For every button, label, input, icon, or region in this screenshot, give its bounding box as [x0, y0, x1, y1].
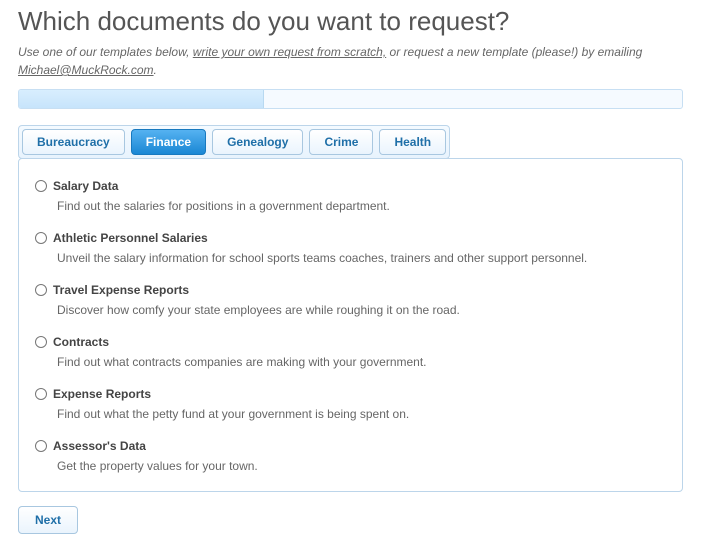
option-title: Travel Expense Reports — [53, 283, 189, 297]
intro-part2: or request a new template (please!) by e… — [386, 45, 642, 59]
option-travel-expense-reports-label[interactable]: Travel Expense Reports — [35, 283, 668, 297]
option-contracts: Contracts Find out what contracts compan… — [31, 329, 670, 381]
option-contracts-label[interactable]: Contracts — [35, 335, 668, 349]
option-assessors-data: Assessor's Data Get the property values … — [31, 433, 670, 485]
option-salary-data-label[interactable]: Salary Data — [35, 179, 668, 193]
contact-email-link[interactable]: Michael@MuckRock.com — [18, 63, 154, 77]
intro-part3: . — [154, 63, 157, 77]
tab-crime[interactable]: Crime — [309, 129, 373, 155]
radio-icon[interactable] — [35, 388, 47, 400]
option-athletic-personnel-salaries: Athletic Personnel Salaries Unveil the s… — [31, 225, 670, 277]
option-salary-data: Salary Data Find out the salaries for po… — [31, 173, 670, 225]
option-expense-reports: Expense Reports Find out what the petty … — [31, 381, 670, 433]
radio-icon[interactable] — [35, 336, 47, 348]
option-desc: Find out the salaries for positions in a… — [57, 197, 668, 215]
tab-bureaucracy[interactable]: Bureaucracy — [22, 129, 125, 155]
write-own-link[interactable]: write your own request from scratch, — [193, 45, 386, 59]
option-desc: Find out what the petty fund at your gov… — [57, 405, 668, 423]
option-travel-expense-reports: Travel Expense Reports Discover how comf… — [31, 277, 670, 329]
tab-finance[interactable]: Finance — [131, 129, 206, 155]
option-athletic-personnel-salaries-label[interactable]: Athletic Personnel Salaries — [35, 231, 668, 245]
progress-bar-fill — [19, 90, 264, 108]
option-desc: Discover how comfy your state employees … — [57, 301, 668, 319]
option-title: Contracts — [53, 335, 109, 349]
radio-icon[interactable] — [35, 284, 47, 296]
option-title: Assessor's Data — [53, 439, 146, 453]
category-tabs: Bureaucracy Finance Genealogy Crime Heal… — [18, 125, 450, 159]
next-button[interactable]: Next — [18, 506, 78, 534]
option-desc: Get the property values for your town. — [57, 457, 668, 475]
option-desc: Unveil the salary information for school… — [57, 249, 668, 267]
option-title: Salary Data — [53, 179, 118, 193]
option-expense-reports-label[interactable]: Expense Reports — [35, 387, 668, 401]
option-desc: Find out what contracts companies are ma… — [57, 353, 668, 371]
option-assessors-data-label[interactable]: Assessor's Data — [35, 439, 668, 453]
progress-bar-track — [18, 89, 683, 109]
intro-part1: Use one of our templates below, — [18, 45, 193, 59]
tab-health[interactable]: Health — [379, 129, 446, 155]
page-title: Which documents do you want to request? — [18, 6, 683, 37]
option-title: Expense Reports — [53, 387, 151, 401]
tab-genealogy[interactable]: Genealogy — [212, 129, 303, 155]
radio-icon[interactable] — [35, 232, 47, 244]
option-title: Athletic Personnel Salaries — [53, 231, 208, 245]
options-panel: Salary Data Find out the salaries for po… — [18, 158, 683, 492]
intro-text: Use one of our templates below, write yo… — [18, 43, 683, 79]
radio-icon[interactable] — [35, 180, 47, 192]
radio-icon[interactable] — [35, 440, 47, 452]
